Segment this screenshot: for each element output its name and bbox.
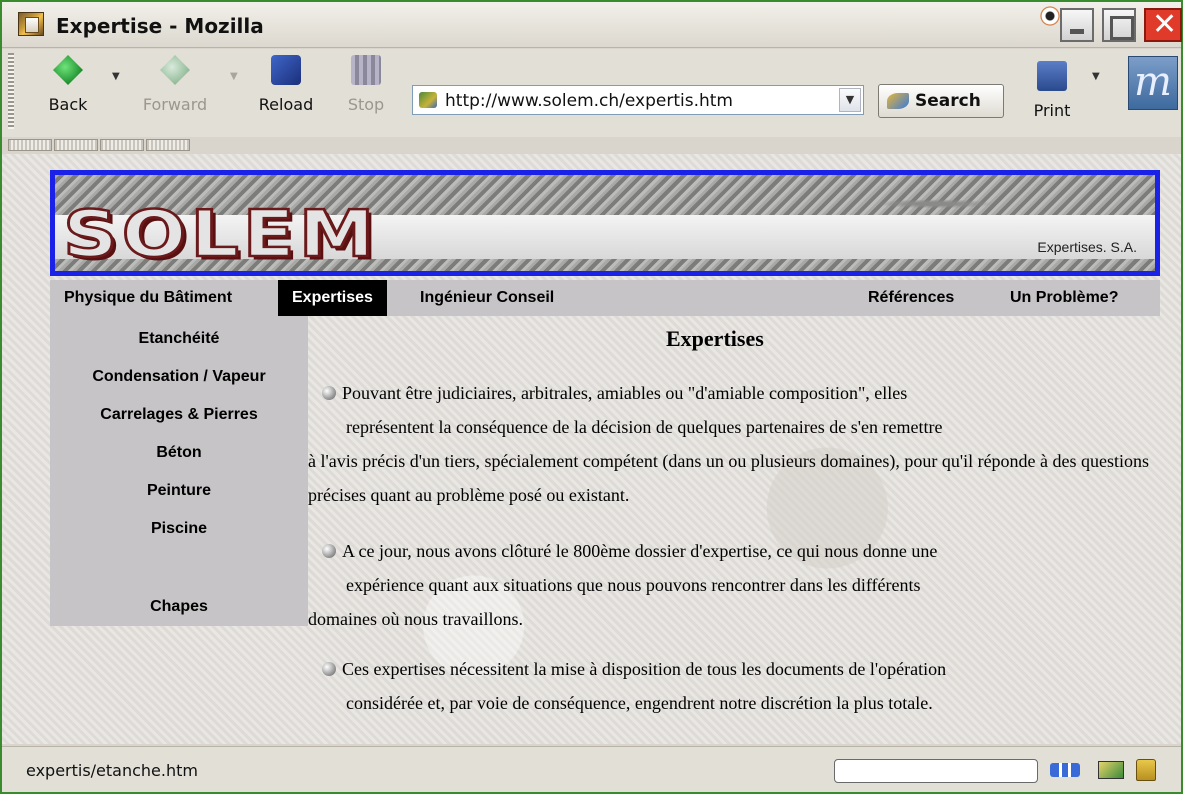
bullet-icon <box>322 662 336 676</box>
back-label: Back <box>48 95 88 114</box>
submenu-peinture[interactable]: Peinture <box>50 482 308 500</box>
forward-label: Forward <box>142 95 208 114</box>
personal-toolbar-grips <box>8 139 190 151</box>
print-dropdown-icon[interactable]: ▼ <box>1092 71 1100 82</box>
paragraph: A ce jour, nous avons clôturé le 800ème … <box>308 534 1158 636</box>
paragraph-line: considérée et, par voie de conséquence, … <box>346 693 933 713</box>
search-label: Search <box>915 91 981 111</box>
url-text[interactable]: http://www.solem.ch/expertis.htm <box>445 91 733 111</box>
print-label: Print <box>1033 101 1071 120</box>
connection-icon[interactable] <box>1050 763 1080 777</box>
progress-meter <box>834 759 1038 783</box>
back-arrow-icon <box>53 55 83 85</box>
site-banner: SOLEM Expertises. S.A. <box>50 170 1160 276</box>
eye-icon <box>1038 6 1062 26</box>
search-button[interactable]: Search <box>878 84 1004 118</box>
url-dropdown-icon[interactable]: ▼ <box>839 88 861 112</box>
security-lock-icon[interactable] <box>1136 759 1156 781</box>
reload-label: Reload <box>258 95 314 114</box>
site-icon <box>419 92 437 108</box>
toolbar-grip[interactable] <box>100 139 144 151</box>
status-text: expertis/etanche.htm <box>26 761 198 780</box>
toolbar-grip[interactable] <box>8 53 14 129</box>
bullet-icon <box>322 544 336 558</box>
bullet-icon <box>322 386 336 400</box>
submenu-chapes[interactable]: Chapes <box>50 598 308 616</box>
stop-icon <box>351 55 381 85</box>
title-bar: Expertise - Mozilla ✕ <box>2 2 1182 48</box>
forward-arrow-icon <box>160 55 190 85</box>
toolbar-grip[interactable] <box>8 139 52 151</box>
browser-window: Expertise - Mozilla ✕ Back ▼ Forward ▼ R… <box>0 0 1183 794</box>
nav-physique[interactable]: Physique du Bâtiment <box>50 280 246 316</box>
reload-icon <box>271 55 301 85</box>
paragraph-line: expérience quant aux situations que nous… <box>346 575 921 595</box>
solem-logo: SOLEM <box>61 194 379 272</box>
print-button[interactable]: Print <box>1022 55 1082 120</box>
mozilla-throbber-logo[interactable]: m <box>1128 56 1178 110</box>
page-content: SOLEM Expertises. S.A. Physique du Bâtim… <box>2 154 1181 744</box>
close-button[interactable]: ✕ <box>1144 7 1182 42</box>
reload-button[interactable]: Reload <box>248 55 324 114</box>
submenu-beton[interactable]: Béton <box>50 444 308 462</box>
nav-expertises[interactable]: Expertises <box>278 280 387 316</box>
search-icon <box>887 93 909 109</box>
submenu-carrelages[interactable]: Carrelages & Pierres <box>50 406 308 424</box>
url-field[interactable]: http://www.solem.ch/expertis.htm ▼ <box>412 85 864 115</box>
mozilla-app-icon <box>18 12 44 36</box>
toolbar-grip[interactable] <box>54 139 98 151</box>
submenu-piscine[interactable]: Piscine <box>50 520 308 538</box>
nav-probleme[interactable]: Un Problème? <box>996 280 1132 316</box>
paragraph-line: Ces expertises nécessitent la mise à dis… <box>342 659 947 679</box>
paragraph-line: Pouvant être judiciaires, arbitrales, am… <box>342 383 908 403</box>
back-dropdown-icon[interactable]: ▼ <box>112 71 120 82</box>
printer-icon <box>1037 61 1067 91</box>
forward-button[interactable]: Forward <box>132 55 218 114</box>
back-button[interactable]: Back <box>40 55 96 114</box>
submenu-condensation[interactable]: Condensation / Vapeur <box>50 368 308 386</box>
window-title: Expertise - Mozilla <box>56 14 264 38</box>
maximize-button[interactable] <box>1102 8 1136 42</box>
paragraph-line: représentent la conséquence de la décisi… <box>346 417 943 437</box>
paragraph: Pouvant être judiciaires, arbitrales, am… <box>308 376 1158 512</box>
paragraph-line: A ce jour, nous avons clôturé le 800ème … <box>342 541 938 561</box>
stop-button[interactable]: Stop <box>336 55 396 114</box>
forward-dropdown-icon[interactable]: ▼ <box>230 71 238 82</box>
status-bar: expertis/etanche.htm <box>2 746 1181 792</box>
paragraph-text: à l'avis précis d'un tiers, spécialement… <box>308 451 1150 505</box>
paragraph: Ces expertises nécessitent la mise à dis… <box>308 652 1158 720</box>
nav-ingenieur[interactable]: Ingénieur Conseil <box>406 280 568 316</box>
navigation-toolbar: Back ▼ Forward ▼ Reload Stop http://www.… <box>2 49 1181 137</box>
toolbar-grip[interactable] <box>146 139 190 151</box>
page-title: Expertises <box>666 326 764 351</box>
sub-menu: Etanchéité Condensation / Vapeur Carrela… <box>50 316 308 626</box>
minimize-button[interactable] <box>1060 8 1094 42</box>
banner-tagline: Expertises. S.A. <box>1037 239 1137 255</box>
nav-references[interactable]: Références <box>854 280 968 316</box>
close-icon: ✕ <box>1152 7 1178 42</box>
paragraph-text: domaines où nous travaillons. <box>308 609 523 629</box>
stop-label: Stop <box>347 95 385 114</box>
cookie-icon[interactable] <box>1098 761 1124 779</box>
site-nav: Physique du Bâtiment Expertises Ingénieu… <box>50 280 1160 316</box>
submenu-etancheite[interactable]: Etanchéité <box>50 330 308 348</box>
